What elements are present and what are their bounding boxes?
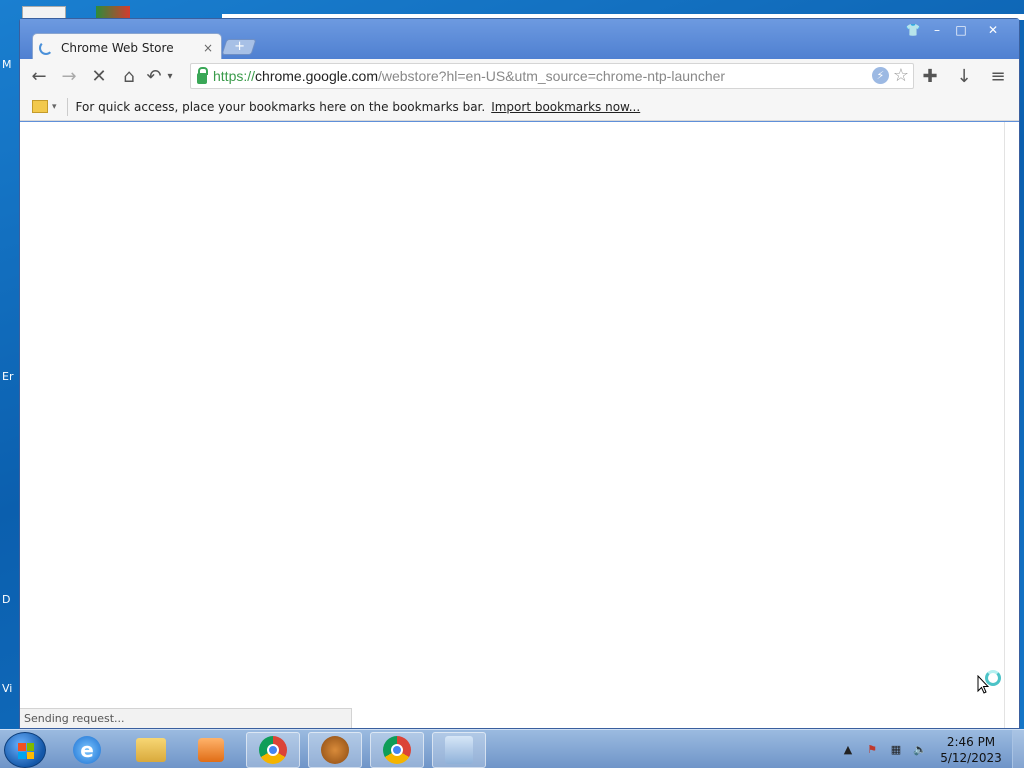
bookmarks-prompt: For quick access, place your bookmarks h… xyxy=(75,99,486,114)
volume-icon[interactable]: 🔈 xyxy=(912,743,928,757)
home-button[interactable]: ⌂ xyxy=(114,62,144,90)
chrome-window: Chrome Web Store × + 👕 – □ ✕ ← → ✕ ⌂ ↶ ▾… xyxy=(19,18,1020,729)
bookmark-folder-icon[interactable] xyxy=(32,100,48,113)
taskbar: e ▲ ⚑ ▦ 🔈 2:46 PM 5/12/2023 xyxy=(0,729,1024,768)
url-host: chrome.google.com xyxy=(255,68,378,84)
baseball-glove-icon xyxy=(321,736,349,764)
start-button[interactable] xyxy=(4,732,46,768)
tab-close-icon[interactable]: × xyxy=(201,41,215,55)
address-bar[interactable]: https://chrome.google.com/webstore?hl=en… xyxy=(190,63,914,89)
chrome-icon xyxy=(259,736,287,764)
bookmarks-bar: ▾ For quick access, place your bookmarks… xyxy=(20,93,1019,121)
clock[interactable]: 2:46 PM 5/12/2023 xyxy=(936,734,1006,766)
bookmark-star-icon[interactable]: ☆ xyxy=(893,67,909,85)
busy-indicator-icon xyxy=(985,670,1001,686)
clock-time: 2:46 PM xyxy=(946,734,996,749)
toolbar: ← → ✕ ⌂ ↶ ▾ https://chrome.google.com/we… xyxy=(20,59,1019,93)
taskbar-internet-explorer[interactable]: e xyxy=(60,732,114,768)
lock-icon xyxy=(197,66,208,84)
back-button[interactable]: ← xyxy=(24,62,54,90)
media-player-icon xyxy=(198,738,224,762)
forward-button[interactable]: → xyxy=(54,62,84,90)
page-content xyxy=(20,122,1004,728)
clock-date: 5/12/2023 xyxy=(940,750,1002,765)
desktop-label-2[interactable]: Er xyxy=(2,370,13,383)
desktop-label-3[interactable]: D xyxy=(2,593,10,606)
download-icon[interactable]: ↓ xyxy=(949,62,979,90)
title-bar[interactable]: Chrome Web Store × + 👕 – □ ✕ xyxy=(20,19,1019,61)
action-center-icon[interactable]: ⚑ xyxy=(864,743,880,757)
internet-explorer-icon: e xyxy=(73,736,101,764)
loading-spinner-icon xyxy=(39,40,53,55)
window-controls: 👕 – □ ✕ xyxy=(901,21,1013,39)
undo-close-tab-icon[interactable]: ↶ xyxy=(144,62,164,90)
scrollbar[interactable] xyxy=(1004,122,1019,728)
url-path: /webstore?hl=en-US&utm_source=chrome-ntp… xyxy=(377,68,726,84)
lightning-icon[interactable]: ⚡ xyxy=(871,67,889,84)
desktop-label-4[interactable]: Vi xyxy=(2,682,12,695)
extensions-icon[interactable]: ✚ xyxy=(915,62,945,90)
desktop-label-1[interactable]: M xyxy=(2,58,12,71)
taskbar-chrome-alt[interactable] xyxy=(370,732,424,768)
new-tab-button[interactable]: + xyxy=(221,39,257,55)
show-desktop-button[interactable] xyxy=(1012,730,1024,768)
undo-dropdown-icon[interactable]: ▾ xyxy=(164,62,176,90)
profile-icon[interactable]: 👕 xyxy=(901,21,925,39)
show-hidden-icons-icon[interactable]: ▲ xyxy=(840,743,856,757)
bookmarks-dropdown-icon[interactable]: ▾ xyxy=(52,102,57,112)
import-bookmarks-link[interactable]: Import bookmarks now... xyxy=(491,100,640,114)
tab-title: Chrome Web Store xyxy=(61,40,174,55)
divider xyxy=(66,97,68,116)
plus-icon: + xyxy=(233,39,245,54)
taskbar-media-player[interactable] xyxy=(184,732,238,768)
chrome-alt-icon xyxy=(383,736,411,764)
taskbar-chrome[interactable] xyxy=(246,732,300,768)
url-scheme: https:// xyxy=(213,68,256,84)
menu-icon[interactable]: ≡ xyxy=(983,62,1013,90)
taskbar-control-panel[interactable] xyxy=(432,732,486,768)
network-icon[interactable]: ▦ xyxy=(888,743,904,757)
taskbar-file-explorer[interactable] xyxy=(124,732,178,768)
status-bubble: Sending request... xyxy=(20,708,352,728)
stop-button[interactable]: ✕ xyxy=(84,62,114,90)
system-tray: ▲ ⚑ ▦ 🔈 2:46 PM 5/12/2023 xyxy=(840,730,1024,768)
url-text[interactable]: https://chrome.google.com/webstore?hl=en… xyxy=(213,68,725,84)
minimize-button[interactable]: – xyxy=(925,21,949,39)
windows-logo-icon xyxy=(18,743,34,759)
folder-icon xyxy=(136,738,166,762)
tab-chrome-web-store[interactable]: Chrome Web Store × xyxy=(32,33,222,61)
control-panel-icon xyxy=(445,736,473,764)
close-button[interactable]: ✕ xyxy=(973,21,1013,39)
taskbar-game[interactable] xyxy=(308,732,362,768)
maximize-button[interactable]: □ xyxy=(949,21,973,39)
